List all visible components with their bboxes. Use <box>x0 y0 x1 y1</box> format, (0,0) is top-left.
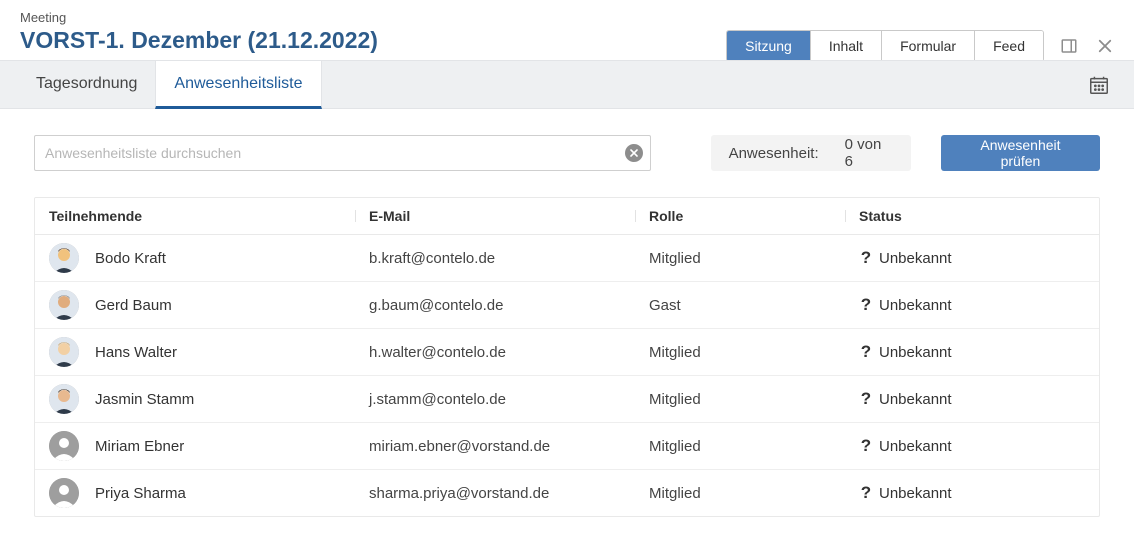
col-participant: Teilnehmende <box>49 208 369 224</box>
participant-status: ? Unbekannt <box>859 248 1085 268</box>
table-row[interactable]: Bodo Kraft b.kraft@contelo.deMitglied? Unb… <box>35 235 1099 281</box>
participant-role: Gast <box>649 297 859 314</box>
col-role: Rolle <box>649 208 859 224</box>
question-icon: ? <box>859 248 873 268</box>
participant-role: Mitglied <box>649 250 859 267</box>
participant-status: ? Unbekannt <box>859 295 1085 315</box>
participant-status: ? Unbekannt <box>859 436 1085 456</box>
breadcrumb: Meeting <box>20 10 1114 25</box>
participant-status: ? Unbekannt <box>859 483 1085 503</box>
search-input[interactable] <box>34 135 651 171</box>
table-header: Teilnehmende E-Mail Rolle Status <box>35 198 1099 235</box>
participant-email: h.walter@contelo.de <box>369 344 649 361</box>
segment-feed[interactable]: Feed <box>974 31 1043 61</box>
participant-role: Mitglied <box>649 485 859 502</box>
attendance-summary-label: Anwesenheit: <box>729 145 819 162</box>
attendance-summary-value: 0 von 6 <box>845 136 893 170</box>
tabbar: TagesordnungAnwesenheitsliste <box>0 60 1134 109</box>
avatar-photo <box>49 290 79 320</box>
calendar-icon[interactable] <box>1088 74 1110 96</box>
participant-status: ? Unbekannt <box>859 389 1085 409</box>
status-text: Unbekannt <box>879 391 952 408</box>
participant-name: Hans Walter <box>95 344 177 361</box>
question-icon: ? <box>859 295 873 315</box>
check-attendance-button[interactable]: Anwesenheit prüfen <box>941 135 1100 171</box>
segment-formular[interactable]: Formular <box>881 31 974 61</box>
attendance-summary: Anwesenheit: 0 von 6 <box>711 135 911 171</box>
status-text: Unbekannt <box>879 344 952 361</box>
question-icon: ? <box>859 436 873 456</box>
status-text: Unbekannt <box>879 297 952 314</box>
avatar-placeholder-icon <box>49 478 79 508</box>
attendance-table: Teilnehmende E-Mail Rolle Status Bodo Kr… <box>34 197 1100 517</box>
avatar-photo <box>49 243 79 273</box>
question-icon: ? <box>859 389 873 409</box>
participant-status: ? Unbekannt <box>859 342 1085 362</box>
table-row[interactable]: Hans Walter h.walter@contelo.deMitglied? U… <box>35 328 1099 375</box>
table-row[interactable]: Miriam Ebner miriam.ebner@vorstand.deMitg… <box>35 422 1099 469</box>
table-row[interactable]: Jasmin Stamm j.stamm@contelo.deMitglied? U… <box>35 375 1099 422</box>
col-email: E-Mail <box>369 208 649 224</box>
avatar-photo <box>49 384 79 414</box>
participant-name: Bodo Kraft <box>95 250 166 267</box>
status-text: Unbekannt <box>879 438 952 455</box>
question-icon: ? <box>859 483 873 503</box>
avatar-placeholder-icon <box>49 431 79 461</box>
segment-inhalt[interactable]: Inhalt <box>810 31 881 61</box>
segment-sitzung[interactable]: Sitzung <box>727 31 810 61</box>
table-row[interactable]: Gerd Baum g.baum@contelo.deGast? Unbekannt <box>35 281 1099 328</box>
table-row[interactable]: Priya Sharma sharma.priya@vorstand.deMitg… <box>35 469 1099 516</box>
avatar-photo <box>49 337 79 367</box>
question-icon: ? <box>859 342 873 362</box>
panel-toggle-icon[interactable] <box>1058 35 1080 57</box>
participant-email: b.kraft@contelo.de <box>369 250 649 267</box>
tab-anwesenheitsliste[interactable]: Anwesenheitsliste <box>155 61 321 109</box>
participant-role: Mitglied <box>649 391 859 408</box>
close-icon[interactable] <box>1094 35 1116 57</box>
participant-role: Mitglied <box>649 344 859 361</box>
participant-name: Priya Sharma <box>95 485 186 502</box>
participant-email: sharma.priya@vorstand.de <box>369 485 649 502</box>
participant-email: g.baum@contelo.de <box>369 297 649 314</box>
participant-role: Mitglied <box>649 438 859 455</box>
search-input-wrapper <box>34 135 651 171</box>
view-segmented-control: SitzungInhaltFormularFeed <box>726 30 1044 62</box>
participant-name: Gerd Baum <box>95 297 172 314</box>
status-text: Unbekannt <box>879 250 952 267</box>
clear-search-icon[interactable] <box>625 144 643 162</box>
participant-email: miriam.ebner@vorstand.de <box>369 438 649 455</box>
participant-email: j.stamm@contelo.de <box>369 391 649 408</box>
col-status: Status <box>859 208 1085 224</box>
participant-name: Miriam Ebner <box>95 438 184 455</box>
participant-name: Jasmin Stamm <box>95 391 194 408</box>
tab-tagesordnung[interactable]: Tagesordnung <box>18 61 155 108</box>
status-text: Unbekannt <box>879 485 952 502</box>
